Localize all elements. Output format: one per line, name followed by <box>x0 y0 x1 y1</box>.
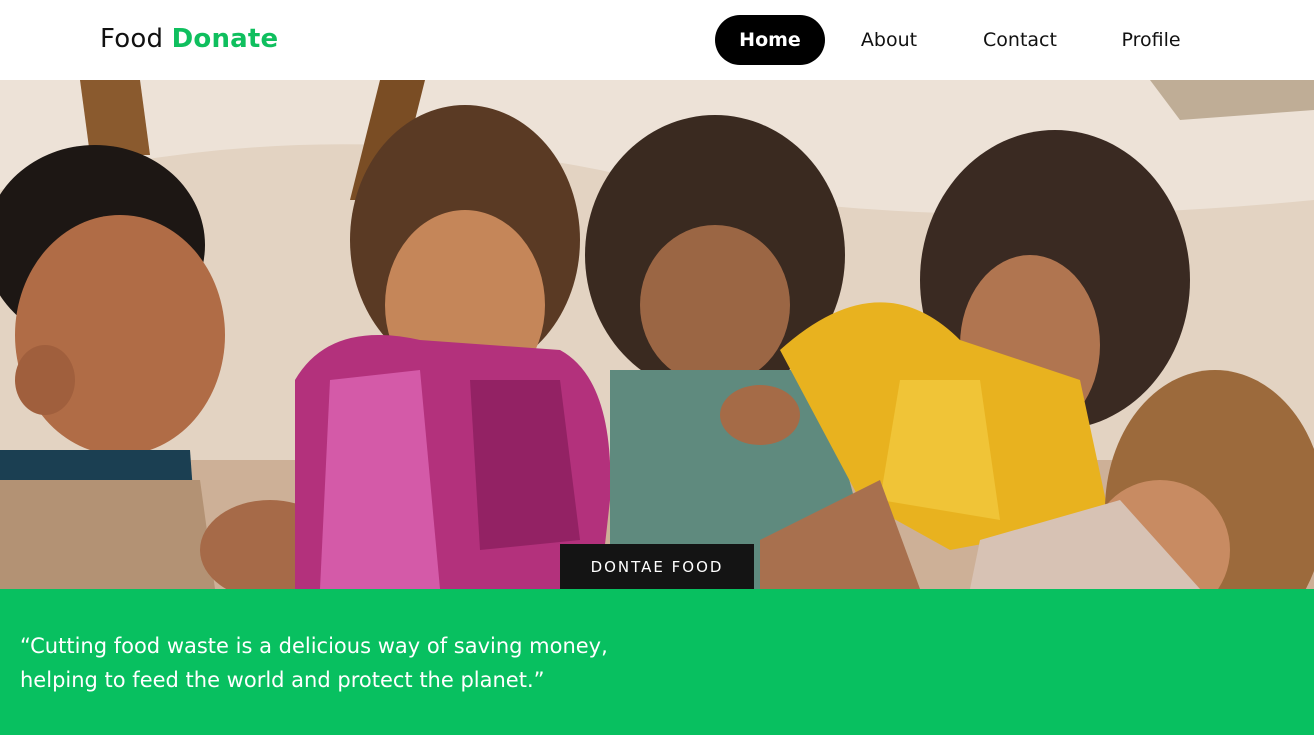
site-logo[interactable]: Food Donate <box>100 22 278 56</box>
hero-banner: DONTAE FOOD <box>0 80 1314 589</box>
nav-home[interactable]: Home <box>715 15 825 65</box>
page: Food Donate Home About Contact Profile D… <box>0 0 1314 735</box>
donate-food-button[interactable]: DONTAE FOOD <box>560 544 754 589</box>
quote-line-2: helping to feed the world and protect th… <box>20 668 545 692</box>
nav-contact[interactable]: Contact <box>953 15 1087 65</box>
quote-line-1: “Cutting food waste is a delicious way o… <box>20 634 608 658</box>
main-nav: Home About Contact Profile <box>715 15 1215 65</box>
nav-profile[interactable]: Profile <box>1087 15 1215 65</box>
nav-about[interactable]: About <box>825 15 953 65</box>
quote-text: “Cutting food waste is a delicious way o… <box>20 629 720 697</box>
logo-primary-text: Food <box>100 24 164 54</box>
photo-children-icon <box>0 80 1314 589</box>
quote-section: “Cutting food waste is a delicious way o… <box>0 589 1314 735</box>
site-header: Food Donate Home About Contact Profile <box>0 0 1314 80</box>
logo-accent-text: Donate <box>171 24 279 54</box>
